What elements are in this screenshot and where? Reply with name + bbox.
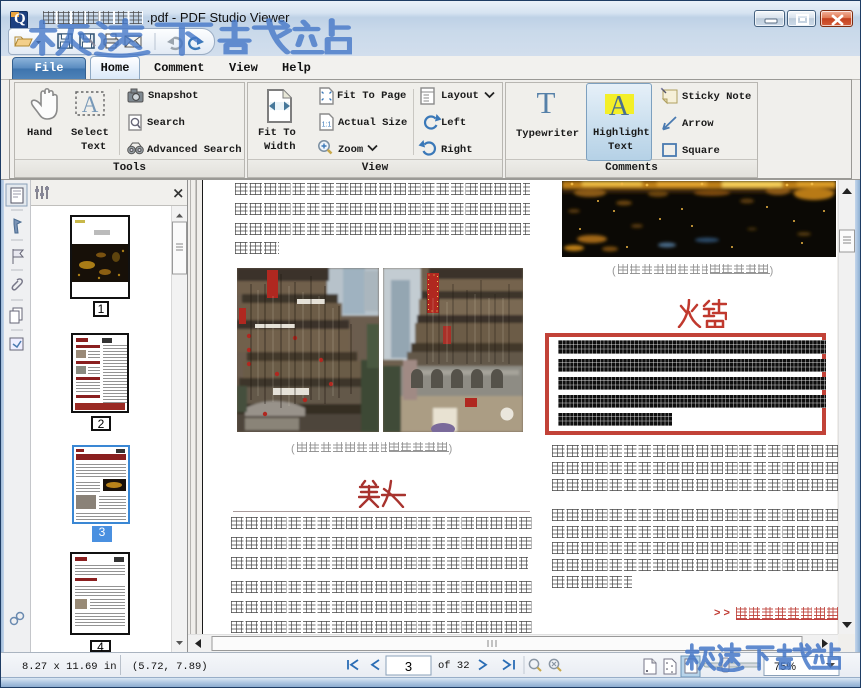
svg-text:1:1: 1:1 (322, 122, 332, 129)
svg-text:T: T (537, 85, 556, 120)
svg-text:A: A (82, 92, 99, 117)
svg-text:A: A (609, 91, 630, 122)
